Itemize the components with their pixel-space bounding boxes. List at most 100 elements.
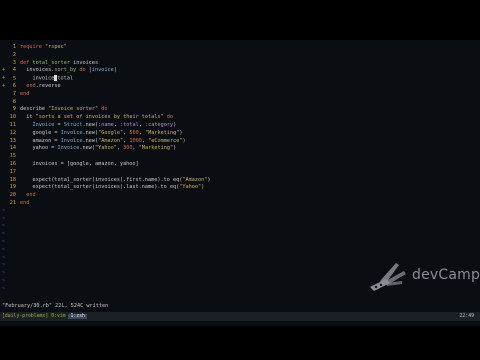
code-line[interactable]: 17 <box>2 169 478 177</box>
code-token: .new( <box>82 137 99 144</box>
code-line[interactable]: 14 yahoo = Invoice.new("Yahoo", 300, "Ma… <box>2 145 478 153</box>
code-token: do <box>76 67 89 74</box>
screen: 1 require "rspec" 2 3 def total_sorter invoi… <box>0 0 480 360</box>
code-line[interactable]: 13 amazon = Invoice.new("Amazon", 1000, … <box>2 138 478 146</box>
code-token: .new( <box>82 129 99 136</box>
code-line[interactable]: 12 google = Invoice.new("Google", 500, "… <box>2 130 478 138</box>
line-number: 13 <box>9 137 16 144</box>
line-number: 1 <box>12 44 16 50</box>
code-line[interactable]: +5 invoice total <box>2 75 478 83</box>
code-line[interactable]: 18 expect(total_sorter(invoices).first.n… <box>2 177 478 185</box>
code-token: expect(total_sorter(invoices).last.name)… <box>20 184 180 191</box>
code-token: Invoice <box>60 137 83 144</box>
line-number: 18 <box>9 176 16 183</box>
tilde-filler-line: ~ <box>2 215 6 222</box>
devcamp-watermark-text: devCamp <box>412 267 480 283</box>
code-token: end <box>20 82 36 89</box>
code-token: .reverse <box>35 82 61 89</box>
code-line[interactable]: 8 <box>2 99 478 107</box>
line-number: 12 <box>9 129 16 136</box>
devcamp-watermark: devCamp <box>366 257 480 297</box>
code-lines: 1 require "rspec" 2 3 def total_sorter invoi… <box>2 44 478 208</box>
tmux-window-vim[interactable]: 0:vim <box>51 314 65 319</box>
code-line[interactable]: +6 end.reverse <box>2 83 478 91</box>
code-token: do <box>98 106 108 113</box>
code-line[interactable]: 10 it "sorts a set of invoices by their … <box>2 114 478 122</box>
code-line[interactable]: 9 describe "Invoice sorter" do <box>2 106 478 114</box>
tmux-status-bar: [daily-problems] 0:vim 1:zsh 22:49 <box>0 312 480 321</box>
code-token: it <box>20 114 36 121</box>
code-token: yahoo = <box>20 145 58 152</box>
code-token: invoices. <box>20 67 55 74</box>
code-token: describe <box>20 106 49 113</box>
code-token: end <box>20 199 30 206</box>
code-token: "Amazon" <box>182 176 208 183</box>
code-token: total_sorter <box>32 59 70 66</box>
line-number: 11 <box>9 121 16 128</box>
code-line[interactable]: 7 end <box>2 91 478 99</box>
code-token: "sorts a set of invoices by their totals… <box>35 114 164 121</box>
code-token: "Marketing" <box>138 145 174 152</box>
terminal-window[interactable]: 1 require "rspec" 2 3 def total_sorter invoi… <box>0 40 480 326</box>
code-line[interactable]: 21 end <box>2 200 478 208</box>
tmux-status-left: [daily-problems] 0:vim 1:zsh <box>2 312 87 321</box>
code-token: ) <box>179 129 183 136</box>
code-token: total <box>57 75 73 82</box>
code-token: require <box>20 44 45 50</box>
code-token: "Invoice sorter" <box>48 106 99 113</box>
code-token: .new( <box>79 145 95 152</box>
code-line[interactable]: 19 expect(total_sorter(invoices).last.na… <box>2 184 478 192</box>
code-token: Invoice <box>57 145 80 152</box>
code-token: "rspec" <box>45 44 67 50</box>
code-token: :total <box>119 121 139 128</box>
line-number: 15 <box>9 153 16 160</box>
line-number: 9 <box>12 106 16 113</box>
code-token: ) <box>173 145 177 152</box>
code-token: end <box>20 90 30 97</box>
tmux-window-zsh-active[interactable]: 1:zsh <box>68 314 87 319</box>
tilde-filler-line: ~ <box>2 246 6 253</box>
code-token: "Yahoo" <box>179 184 202 191</box>
line-number: 3 <box>12 59 16 66</box>
code-token: invoice <box>91 67 114 74</box>
code-token: amazon = <box>20 137 61 144</box>
code-token: invoice <box>20 75 55 82</box>
line-number: 21 <box>9 199 16 206</box>
code-token: expect(total_sorter(invoices).first.name… <box>20 176 183 183</box>
line-number: 2 <box>12 51 16 58</box>
code-token: "Google" <box>98 129 124 136</box>
code-line[interactable]: 11 Invoice = Struct.new(:name, :total, :… <box>2 122 478 130</box>
devcamp-knife-logo-icon <box>370 263 406 291</box>
code-line[interactable]: 16 invoices = [google, amazon, yahoo] <box>2 161 478 169</box>
code-token: .new( <box>82 121 99 128</box>
code-token: | <box>113 67 117 74</box>
code-token: "Marketing" <box>144 129 180 136</box>
code-token: google = <box>20 129 61 136</box>
line-number: 19 <box>9 184 16 191</box>
code-line[interactable]: +4 invoices.sort_by do |invoice| <box>2 67 478 75</box>
line-number: 20 <box>9 192 16 199</box>
tmux-clock: 22:49 <box>459 314 474 319</box>
code-token: invoices = [google, amazon, yahoo] <box>20 160 139 167</box>
tilde-filler-line: ~ <box>2 223 6 230</box>
code-token: 500 <box>129 129 139 136</box>
line-number: 10 <box>9 114 16 121</box>
code-line[interactable]: 15 <box>2 153 478 161</box>
code-token: invoices <box>69 59 99 66</box>
line-number: 14 <box>9 145 16 152</box>
code-line[interactable]: 1 require "rspec" <box>2 44 478 52</box>
line-number: 7 <box>12 90 16 97</box>
code-token: ) <box>201 184 205 191</box>
tmux-session-name: [daily-problems] <box>2 314 52 319</box>
code-line[interactable]: 3 def total_sorter invoices <box>2 60 478 68</box>
code-token: ) <box>182 137 186 144</box>
tilde-filler-line: ~ <box>2 238 6 245</box>
code-line[interactable]: 2 <box>2 52 478 60</box>
code-token: 1000 <box>129 137 142 144</box>
code-token: "Yahoo" <box>94 145 117 152</box>
code-line[interactable]: 20 end <box>2 192 478 200</box>
vim-message-line: "February/30.rb" 22L, 524C written <box>2 303 109 309</box>
code-token: "Amazon" <box>98 137 124 144</box>
code-token: = <box>54 121 64 128</box>
code-token: sort_by <box>54 67 77 74</box>
